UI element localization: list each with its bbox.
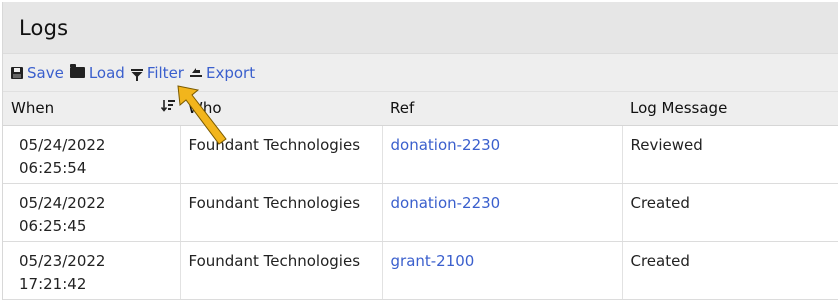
save-icon	[11, 66, 23, 79]
column-label-when: When	[11, 99, 55, 118]
column-header-log-message[interactable]: Log Message	[622, 92, 838, 126]
load-label: Load	[88, 63, 125, 82]
panel-header: Logs	[3, 2, 838, 54]
export-button[interactable]: Export	[189, 63, 256, 82]
column-header-ref[interactable]: Ref	[382, 92, 622, 126]
cell-who: Foundant Technologies	[180, 125, 383, 184]
folder-open-icon	[69, 64, 85, 78]
cell-when: 05/23/2022 17:21:42	[3, 241, 181, 300]
column-label-who: Who	[188, 99, 222, 118]
cell-when: 05/24/2022 06:25:54	[3, 125, 181, 184]
column-header-who[interactable]: Who	[180, 92, 382, 126]
page-title: Logs	[19, 16, 69, 40]
table-row[interactable]: 05/24/2022 06:25:54 Foundant Technologie…	[3, 125, 838, 184]
sort-descending-icon[interactable]	[160, 99, 175, 117]
cell-ref-link[interactable]: grant-2100	[382, 241, 623, 300]
cell-log-message: Reviewed	[622, 125, 838, 184]
cell-who: Foundant Technologies	[180, 241, 383, 300]
table-row[interactable]: 05/23/2022 17:21:42 Foundant Technologie…	[3, 241, 838, 300]
column-header-when[interactable]: When	[3, 92, 180, 126]
filter-icon	[130, 67, 143, 81]
export-label: Export	[205, 63, 256, 82]
cell-log-message: Created	[622, 183, 838, 242]
toolbar: Save Load Filter Export	[3, 54, 838, 92]
cell-log-message: Created	[622, 241, 838, 300]
table-header-row: When Who Ref Log Message	[3, 92, 838, 126]
load-button[interactable]: Load	[69, 63, 125, 82]
logs-table: When Who Ref Log Message 05/24/2022 06:2…	[3, 92, 838, 300]
filter-button[interactable]: Filter	[130, 63, 184, 82]
save-button[interactable]: Save	[11, 64, 64, 82]
column-label-ref: Ref	[390, 99, 415, 118]
export-icon	[189, 65, 202, 80]
filter-label: Filter	[146, 63, 184, 82]
save-label: Save	[27, 63, 64, 82]
logs-panel: Logs Save Load Filter Export When Who Re…	[2, 2, 838, 300]
cell-ref-link[interactable]: donation-2230	[382, 125, 623, 184]
column-label-log-message: Log Message	[630, 99, 728, 118]
table-row[interactable]: 05/24/2022 06:25:45 Foundant Technologie…	[3, 183, 838, 242]
cell-when: 05/24/2022 06:25:45	[3, 183, 181, 242]
cell-ref-link[interactable]: donation-2230	[382, 183, 623, 242]
cell-who: Foundant Technologies	[180, 183, 383, 242]
